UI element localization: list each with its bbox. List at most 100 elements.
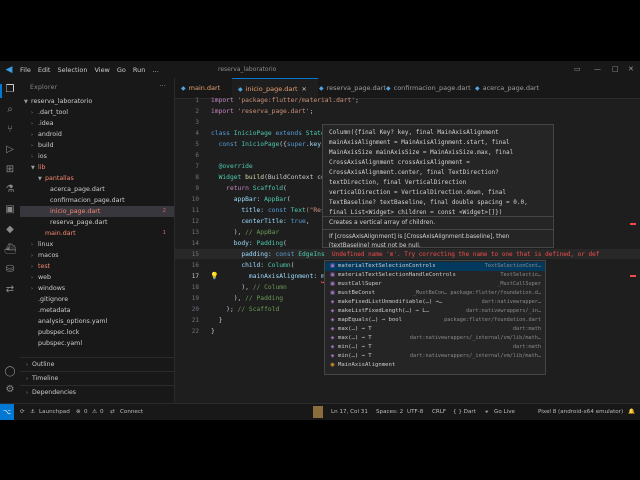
tree-item-label: lib bbox=[38, 164, 46, 171]
menu-more[interactable]: … bbox=[152, 66, 159, 74]
code-line: return Scaffold( bbox=[211, 185, 287, 192]
tab-acerca-page[interactable]: ◆ acerca_page.dart bbox=[469, 78, 539, 98]
launchpad-button[interactable]: Launchpad bbox=[39, 409, 70, 415]
menu-go[interactable]: Go bbox=[117, 66, 126, 74]
vscode-window: ◀ File Edit Selection View Go Run … rese… bbox=[0, 61, 640, 420]
tree-item-metadata[interactable]: .metadata bbox=[38, 305, 188, 316]
tab-reserva-page[interactable]: ◆ reserva_page.dart bbox=[313, 78, 386, 98]
suggestion-item[interactable]: ▣ materialTextSelectionHandleControls Text… bbox=[325, 271, 545, 280]
minimize-icon[interactable]: — bbox=[594, 65, 601, 73]
menu-selection[interactable]: Selection bbox=[57, 66, 87, 74]
remote-indicator-icon[interactable]: ⌥ bbox=[0, 404, 14, 420]
line-number: 9 bbox=[195, 185, 199, 192]
menu-file[interactable]: File bbox=[20, 66, 31, 74]
sync-icon[interactable]: ⟳ bbox=[20, 409, 25, 415]
notifications-icon[interactable]: 🔔 bbox=[628, 409, 635, 415]
tree-item-inicio-page[interactable]: inicio_page.dart 2 bbox=[20, 206, 174, 217]
tab-label: main.dart bbox=[188, 84, 221, 92]
search-icon[interactable]: ⌕ bbox=[4, 104, 16, 116]
run-debug-icon[interactable]: ▷ bbox=[4, 144, 16, 156]
tree-item-dart-tool[interactable]: › .dart_tool bbox=[31, 107, 181, 118]
dependencies-section[interactable]: › Dependencies bbox=[20, 385, 174, 399]
window-title: reserva_laboratorio bbox=[218, 66, 277, 73]
tab-main-dart[interactable]: ◆ main.dart bbox=[175, 78, 237, 98]
code-line: ), // AppBar bbox=[211, 229, 280, 236]
tree-item-pubspec-yaml[interactable]: pubspec.yaml bbox=[38, 338, 188, 349]
cursor-position[interactable]: Ln 17, Col 31 bbox=[331, 409, 368, 415]
chevron-down-icon: ▼ bbox=[38, 176, 42, 182]
suggestion-item[interactable]: ◉ MainAxisAlignment bbox=[325, 361, 545, 370]
suggestion-item[interactable]: ◈ makeFixedListUnmodifiable(…) →… dart:nat… bbox=[325, 298, 545, 307]
tree-item-idea[interactable]: › .idea bbox=[31, 118, 181, 129]
close-window-icon[interactable]: ✕ bbox=[628, 65, 634, 73]
tree-item-analysis-options[interactable]: analysis_options.yaml bbox=[38, 316, 188, 327]
tab-inicio-page[interactable]: ◆ inicio_page.dart ✕ bbox=[232, 78, 318, 99]
warning-count[interactable]: 0 bbox=[100, 409, 104, 415]
tree-item-ios[interactable]: › ios bbox=[31, 151, 181, 162]
go-live-button[interactable]: Go Live bbox=[494, 409, 515, 415]
remote-explorer-icon[interactable]: ▣ bbox=[4, 204, 16, 216]
tab-confirmacion-page[interactable]: ◆ confirmacion_page.dart bbox=[380, 78, 474, 98]
error-count[interactable]: 0 bbox=[84, 409, 88, 415]
tree-item-linux[interactable]: › linux bbox=[31, 239, 181, 250]
testing-icon[interactable]: ⚗ bbox=[4, 184, 16, 196]
tree-item-test[interactable]: › test bbox=[31, 261, 181, 272]
outline-section[interactable]: › Outline bbox=[20, 357, 174, 371]
suggestion-item[interactable]: ◈ min(…) → T dart:math bbox=[325, 343, 545, 352]
extensions-icon[interactable]: ⊞ bbox=[4, 164, 16, 176]
tree-item-macos[interactable]: › macos bbox=[31, 250, 181, 261]
indentation[interactable]: Spaces: 2 bbox=[376, 409, 403, 415]
tree-item-windows[interactable]: › windows bbox=[31, 283, 181, 294]
variable-icon: ▣ bbox=[330, 290, 335, 296]
suggestion-item[interactable]: ▣ mustCallSuper _MustCallSuper bbox=[325, 280, 545, 289]
maximize-icon[interactable]: □ bbox=[612, 65, 619, 73]
suggestion-item[interactable]: ◈ max(…) → T dart:math bbox=[325, 325, 545, 334]
database-icon[interactable]: ⛁ bbox=[4, 264, 16, 276]
suggestion-label: max(…) → T bbox=[338, 326, 372, 332]
tree-item-label: ios bbox=[38, 153, 47, 160]
layout-toggle-icon[interactable]: ▭ bbox=[574, 65, 581, 73]
lightbulb-icon[interactable]: 💡 bbox=[210, 272, 219, 280]
menu-run[interactable]: Run bbox=[133, 66, 145, 74]
explorer-icon[interactable]: ❐ bbox=[4, 84, 16, 96]
menu-bar: ◀ File Edit Selection View Go Run … rese… bbox=[0, 61, 640, 78]
zoom-indicator[interactable] bbox=[313, 406, 323, 418]
tree-item-android[interactable]: › android bbox=[31, 129, 181, 140]
suggestion-list[interactable]: ▣ materialTextSelectionControls TextSelect… bbox=[324, 260, 546, 375]
encoding[interactable]: UTF-8 bbox=[407, 409, 423, 415]
account-icon[interactable]: ◯ bbox=[4, 366, 16, 378]
suggestion-item[interactable]: ◈ mapEquals(…) → bool package:flutter/foun… bbox=[325, 316, 545, 325]
suggestion-item[interactable]: ▣ materialTextSelectionControls TextSelect… bbox=[325, 262, 545, 271]
connect-button[interactable]: Connect bbox=[120, 409, 143, 415]
flutter-icon[interactable]: ◆ bbox=[4, 224, 16, 236]
tree-item-lib[interactable]: ▼ lib bbox=[31, 162, 181, 173]
suggestion-item[interactable]: ◈ max(…) → T dart:nativewrappers/_internal… bbox=[325, 334, 545, 343]
code-line: import 'package:flutter/material.dart'; bbox=[211, 97, 359, 104]
line-number: 20 bbox=[191, 306, 199, 313]
menu-edit[interactable]: Edit bbox=[38, 66, 51, 74]
tree-item-web[interactable]: › web bbox=[31, 272, 181, 283]
line-ending[interactable]: CRLF bbox=[432, 409, 446, 415]
tree-root[interactable]: ▼ reserva_laboratorio bbox=[24, 96, 174, 107]
tree-item-gitignore[interactable]: .gitignore bbox=[38, 294, 188, 305]
suggestion-label: min(…) → T bbox=[338, 344, 372, 350]
source-control-icon[interactable]: ⑂ bbox=[4, 124, 16, 136]
suggestion-item[interactable]: ▣ mustBeConst _MustBeCon… package:flutter/… bbox=[325, 289, 545, 298]
tree-item-label: pantallas bbox=[45, 175, 74, 182]
menu-view[interactable]: View bbox=[94, 66, 109, 74]
language-mode[interactable]: { } Dart bbox=[453, 409, 476, 415]
more-actions-icon[interactable]: ··· bbox=[159, 82, 166, 90]
tree-item-pantallas[interactable]: ▼ pantallas bbox=[38, 173, 188, 184]
device-selector[interactable]: Pixel 8 (android-x64 emulator) bbox=[538, 409, 623, 415]
tree-item-pubspec-lock[interactable]: pubspec.lock bbox=[38, 327, 188, 338]
live-share-icon[interactable]: ⇄ bbox=[4, 284, 16, 296]
gear-icon[interactable]: ⚙ bbox=[4, 384, 16, 396]
tree-item-build[interactable]: › build bbox=[31, 140, 181, 151]
docker-icon[interactable]: ⛴ bbox=[4, 244, 17, 256]
close-tab-icon[interactable]: ✕ bbox=[302, 86, 307, 93]
timeline-section[interactable]: › Timeline bbox=[20, 371, 174, 385]
tree-item-main-dart[interactable]: main.dart 1 bbox=[45, 228, 174, 239]
error-marker bbox=[630, 275, 636, 277]
suggestion-item[interactable]: ◈ makeListFixedLength(…) → L… dart:nativew… bbox=[325, 307, 545, 316]
suggestion-item[interactable]: ◈ min(…) → T dart:nativewrappers/_internal… bbox=[325, 352, 545, 361]
